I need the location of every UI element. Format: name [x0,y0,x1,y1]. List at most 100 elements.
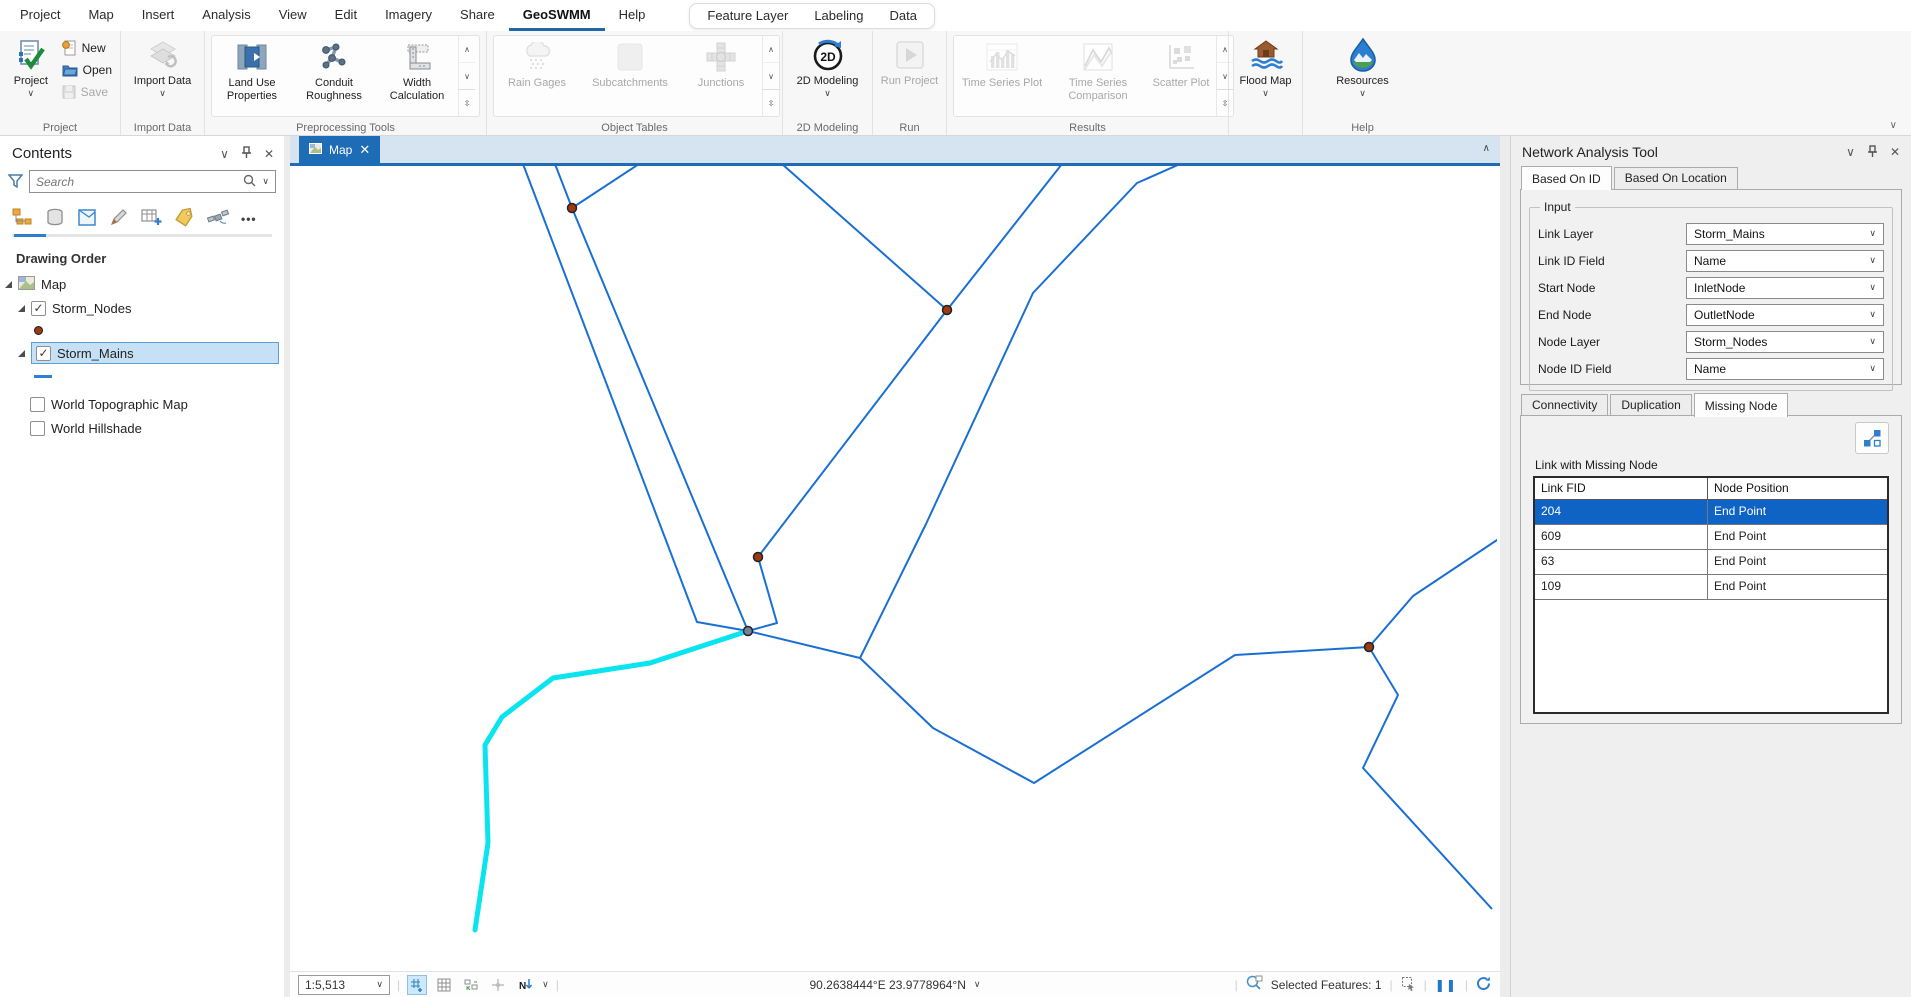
panel-splitter[interactable] [1500,136,1510,997]
storm-node[interactable] [1365,643,1374,652]
ribbon-tab-help[interactable]: Help [605,0,660,31]
2d-modeling-button[interactable]: 2D 2D Modeling ∨ [795,34,861,119]
link-layer-combobox[interactable]: Storm_Mains∨ [1686,223,1884,245]
tree-item-map[interactable]: Map [0,272,284,296]
storm-main-line[interactable] [572,166,642,208]
tree-item-world-hillshade[interactable]: World Hillshade [0,416,284,440]
storm-main-line[interactable] [860,166,1180,658]
end-node-combobox[interactable]: OutletNode∨ [1686,304,1884,326]
table-add-icon[interactable] [141,208,162,230]
storm-main-line[interactable] [1363,647,1492,909]
new-button[interactable]: New [62,38,112,57]
storm-nodes-checkbox[interactable]: ✓ [31,301,46,316]
pin-icon[interactable] [1867,145,1878,160]
open-button[interactable]: Open [62,60,112,79]
map-view-tab[interactable]: Map ✕ [299,136,380,163]
storm-mains-checkbox[interactable]: ✓ [36,346,51,361]
refresh-icon[interactable] [1476,976,1492,994]
close-icon[interactable]: ✕ [264,147,274,161]
close-icon[interactable]: ✕ [1890,145,1900,159]
tab-duplication[interactable]: Duplication [1610,394,1691,416]
pause-drawing-icon[interactable]: ❚❚ [1435,978,1457,992]
world-hillshade-checkbox[interactable] [30,421,45,436]
subcatchments-button[interactable]: Subcatchments [580,36,680,116]
ribbon-tab-geoswmm[interactable]: GeoSWMM [509,0,605,31]
land-use-properties-button[interactable]: Land Use Properties [212,36,292,116]
gallery-expand-icon[interactable]: ⇳ [763,89,779,116]
chevron-down-icon[interactable]: ∨ [220,147,229,161]
import-data-button[interactable]: Import Data ∨ [130,34,196,119]
chevron-down-icon[interactable]: ∨ [542,979,549,990]
scroll-up-icon[interactable]: ∧ [763,36,779,62]
scroll-up-icon[interactable]: ∧ [459,36,475,62]
list-by-drawing-order-icon[interactable] [12,208,33,230]
expand-triangle-icon[interactable] [5,281,12,288]
north-arrow-icon[interactable]: N [515,975,535,995]
expand-triangle-icon[interactable] [18,350,25,357]
storm-main-line[interactable] [523,166,748,631]
rain-gages-button[interactable]: Rain Gages [494,36,580,116]
contextual-tab-feature-layer[interactable]: Feature Layer [694,8,801,23]
filter-icon[interactable] [8,173,23,191]
run-project-button[interactable]: Run Project [877,34,942,119]
chevron-down-icon[interactable]: ∨ [1846,145,1855,159]
tab-connectivity[interactable]: Connectivity [1521,394,1608,416]
search-input[interactable] [36,175,237,189]
storm-main-line[interactable] [748,557,777,631]
conduit-roughness-button[interactable]: Conduit Roughness [292,36,376,116]
imagery-satellite-icon[interactable] [207,208,229,230]
labeling-tag-icon[interactable] [174,208,195,230]
tree-item-world-topographic[interactable]: World Topographic Map [0,392,284,416]
chevron-down-icon[interactable]: ∨ [262,176,269,187]
snapshot-layer-icon[interactable] [77,208,97,230]
storm-main-line[interactable] [758,166,947,557]
flood-map-button[interactable]: Flood Map ∨ [1233,34,1298,119]
link-id-field-combobox[interactable]: Name∨ [1686,250,1884,272]
junction-node[interactable] [744,627,753,636]
dynamic-constraints-icon[interactable] [461,975,481,995]
node-id-field-combobox[interactable]: Name∨ [1686,358,1884,380]
scroll-down-icon[interactable]: ∨ [459,62,475,89]
scroll-down-icon[interactable]: ∨ [763,62,779,89]
snapping-crosshair-icon[interactable] [488,975,508,995]
tab-missing-node[interactable]: Missing Node [1694,393,1789,417]
contextual-tab-data[interactable]: Data [876,8,929,23]
search-icon[interactable] [243,174,256,190]
storm-node[interactable] [568,204,577,213]
contextual-tab-labeling[interactable]: Labeling [801,8,876,23]
junctions-button[interactable]: Junctions [680,36,762,116]
table-row[interactable]: 109End Point [1535,575,1887,600]
table-row[interactable]: 204End Point [1535,500,1887,525]
resources-button[interactable]: Resources ∨ [1330,34,1396,119]
start-node-combobox[interactable]: InletNode∨ [1686,277,1884,299]
node-layer-combobox[interactable]: Storm_Nodes∨ [1686,331,1884,353]
ribbon-tab-edit[interactable]: Edit [321,0,371,31]
select-tool-icon[interactable] [1401,976,1416,994]
ribbon-tab-share[interactable]: Share [446,0,509,31]
chevron-up-icon[interactable]: ∧ [1483,143,1490,154]
ribbon-tab-insert[interactable]: Insert [128,0,189,31]
pin-icon[interactable] [241,146,252,161]
selected-features-count[interactable]: Selected Features: 1 [1271,978,1382,992]
tree-item-storm-mains[interactable]: ✓ Storm_Mains [0,341,284,365]
ribbon-tab-map[interactable]: Map [74,0,127,31]
ribbon-tab-project[interactable]: Project [6,0,74,31]
chevron-down-icon[interactable]: ∨ [974,979,981,990]
more-options-icon[interactable]: ••• [241,212,257,226]
storm-node[interactable] [943,306,952,315]
width-calculation-button[interactable]: Width Calculation [376,36,458,116]
snap-to-grid-icon[interactable] [407,975,427,995]
storm-main-line[interactable] [748,631,1369,783]
selected-storm-main-line[interactable] [475,631,748,930]
gallery-expand-icon[interactable]: ⇳ [459,89,475,116]
time-series-comparison-button[interactable]: Time Series Comparison [1050,36,1146,116]
data-source-icon[interactable] [45,208,65,230]
close-icon[interactable]: ✕ [359,142,370,158]
world-topographic-checkbox[interactable] [30,397,45,412]
scale-combobox[interactable]: 1:5,513 ∨ [298,975,390,995]
trace-links-button[interactable] [1855,422,1889,454]
storm-main-line[interactable] [947,166,1062,310]
scatter-plot-button[interactable]: Scatter Plot [1146,36,1216,116]
tab-based-on-id[interactable]: Based On ID [1521,166,1612,190]
storm-main-line[interactable] [555,166,748,631]
